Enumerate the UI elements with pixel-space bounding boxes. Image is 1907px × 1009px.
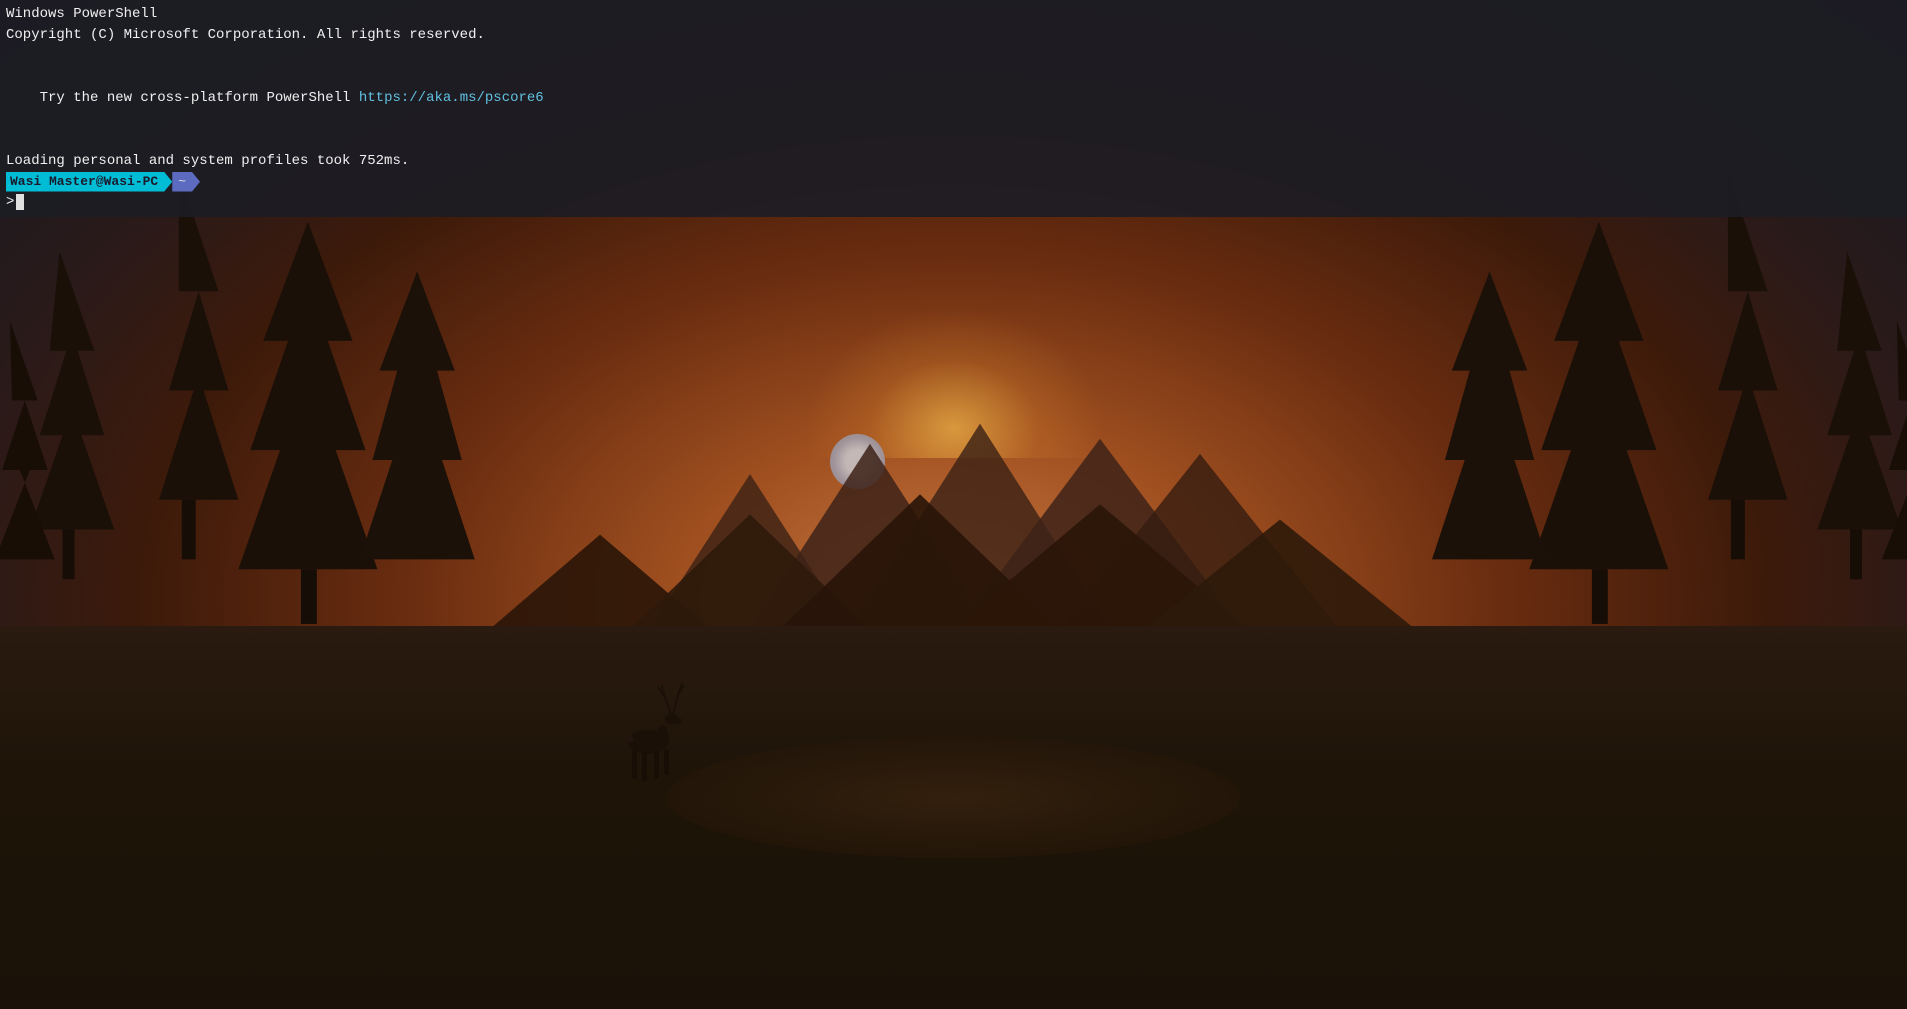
prompt-arrow [202, 172, 210, 192]
terminal-line-2: Copyright (C) Microsoft Corporation. All… [6, 25, 1901, 46]
terminal-line-5 [6, 130, 1901, 151]
trees-left [0, 172, 477, 727]
terminal-try-text: Try the new cross-platform PowerShell [40, 90, 359, 106]
lake [667, 737, 1239, 858]
terminal: Windows PowerShell Copyright (C) Microso… [0, 0, 1907, 217]
terminal-line-4: Try the new cross-platform PowerShell ht… [6, 67, 1901, 130]
deer [610, 667, 690, 787]
terminal-line-3 [6, 46, 1901, 67]
trees-right [1430, 172, 1907, 727]
terminal-link: https://aka.ms/pscore6 [359, 90, 544, 106]
cursor-line[interactable]: > [6, 192, 1901, 213]
prompt-user: Wasi Master@Wasi-PC [6, 172, 172, 192]
terminal-line-6: Loading personal and system profiles too… [6, 151, 1901, 172]
cursor-prompt-arrow: > [6, 192, 14, 213]
prompt-tilde: ~ [172, 172, 200, 192]
terminal-prompt-line: Wasi Master@Wasi-PC ~ [6, 172, 1901, 192]
terminal-line-1: Windows PowerShell [6, 4, 1901, 25]
terminal-cursor[interactable] [16, 194, 24, 210]
